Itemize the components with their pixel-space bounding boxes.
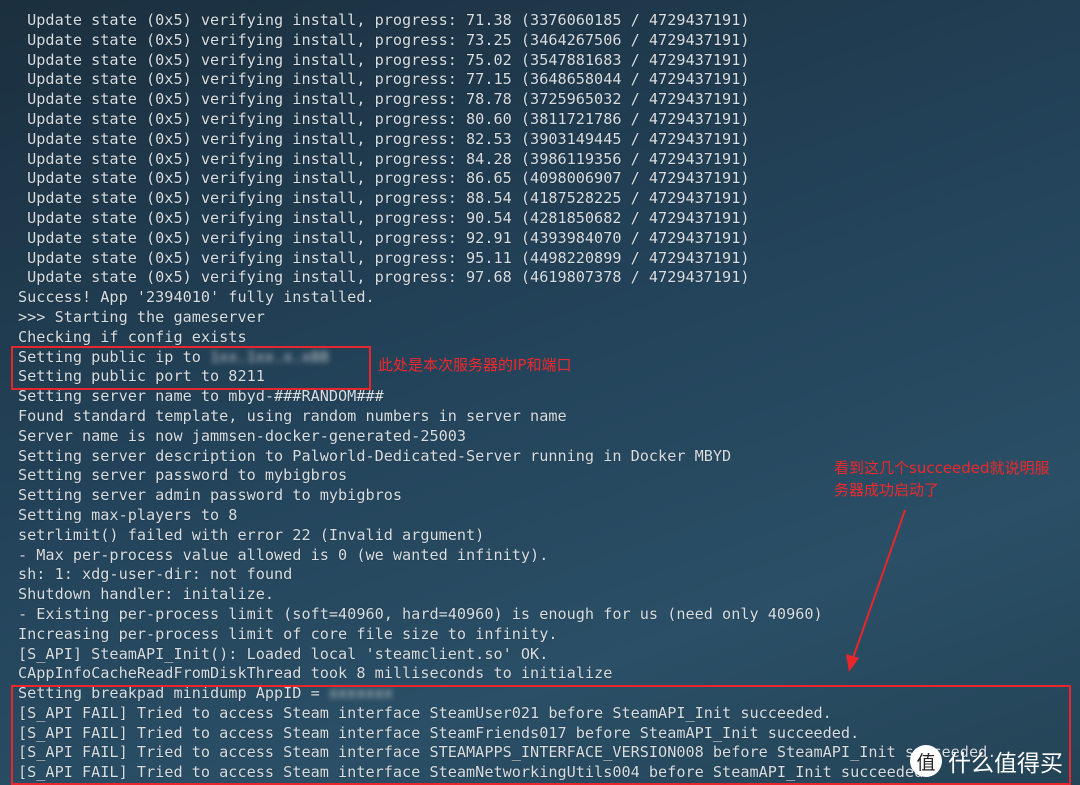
watermark-text: 什么值得买 <box>948 751 1063 777</box>
arrow-icon <box>846 509 906 672</box>
watermark-logo: 值 <box>910 745 942 777</box>
watermark: 值 什么值得买 <box>910 744 1063 778</box>
